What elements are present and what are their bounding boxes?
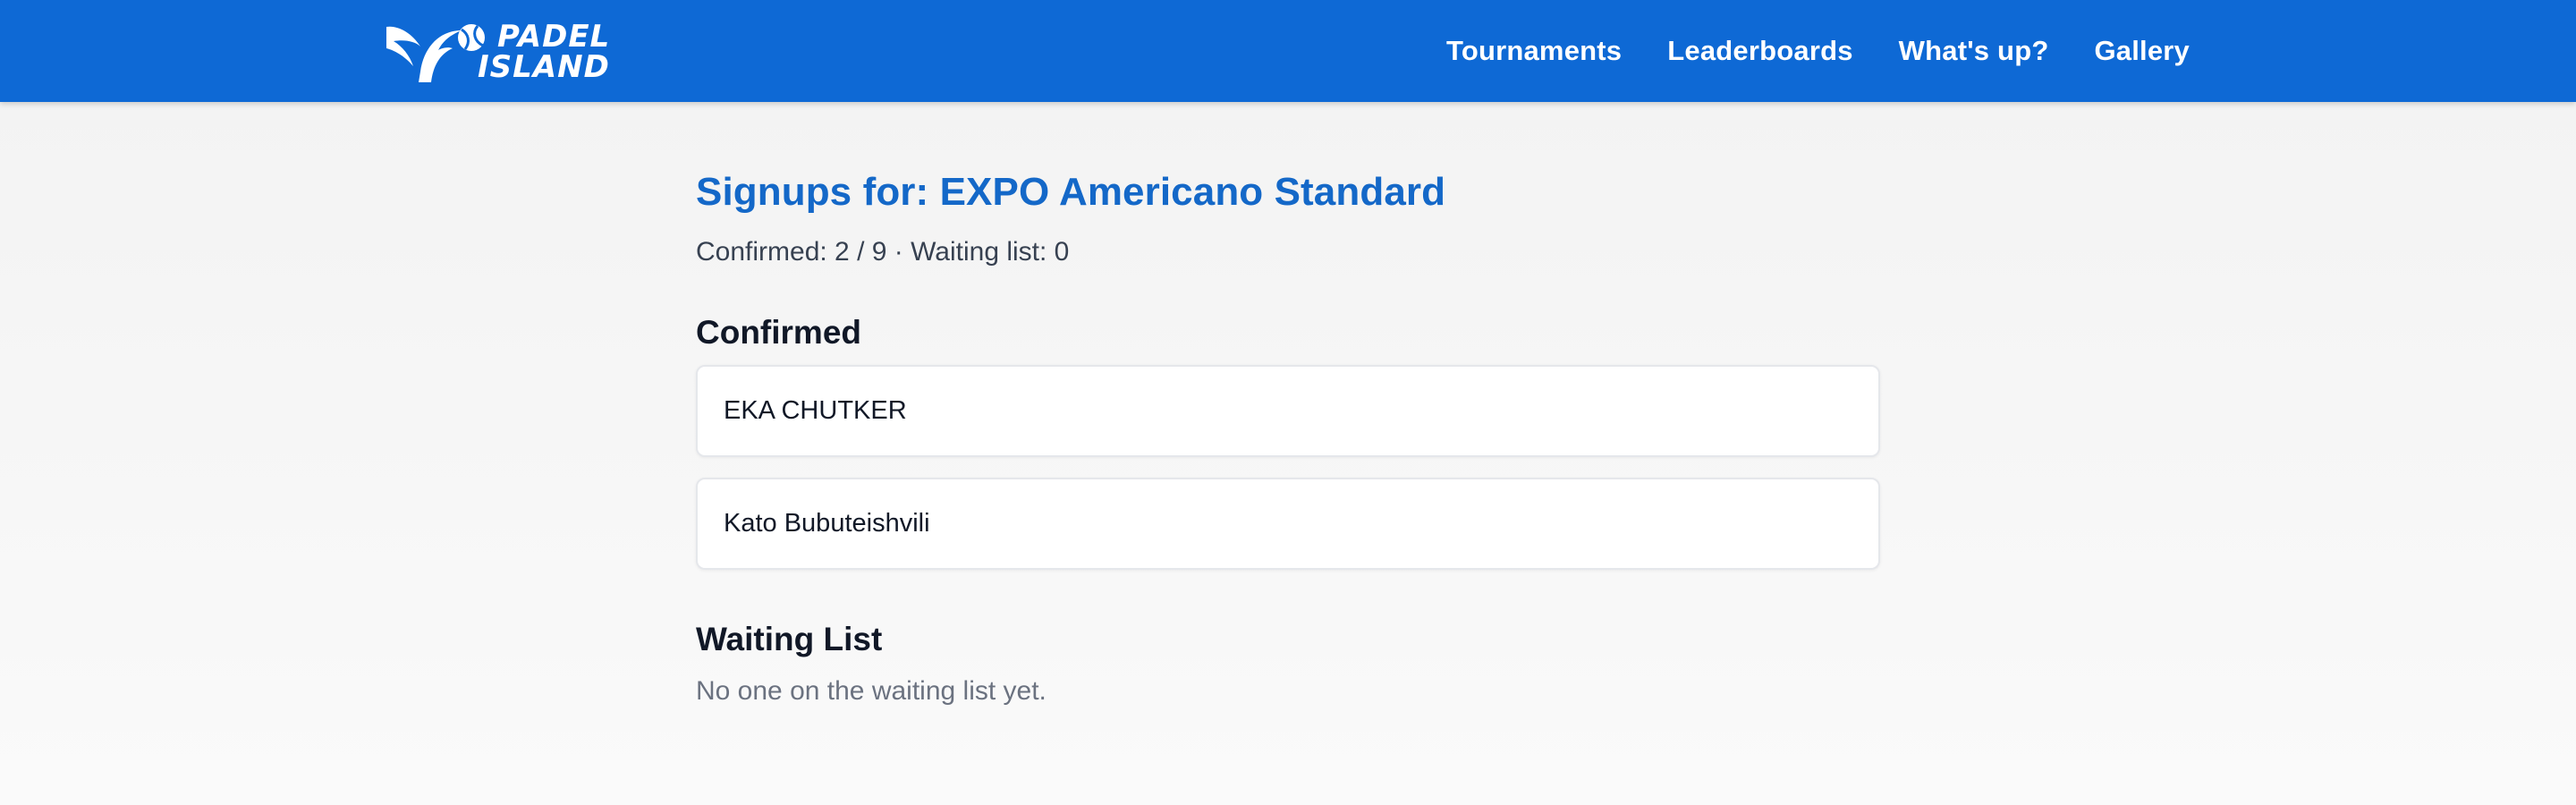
waiting-list-empty-message: No one on the waiting list yet. (696, 676, 1046, 706)
nav-tournaments[interactable]: Tournaments (1446, 35, 1622, 67)
confirmed-heading: Confirmed (696, 314, 861, 351)
player-card: Kato Bubuteishvili (696, 478, 1880, 570)
player-name: Kato Bubuteishvili (724, 509, 930, 538)
padel-racket-ball-icon (386, 24, 485, 82)
waiting-list-heading: Waiting List (696, 621, 883, 657)
nav-leaderboards[interactable]: Leaderboards (1667, 35, 1852, 67)
site-logo[interactable]: PADEL ISLAND (385, 20, 635, 84)
nav-whats-up[interactable]: What's up? (1899, 35, 2049, 67)
confirmed-list: EKA CHUTKER Kato Bubuteishvili (696, 365, 1880, 570)
logo-line-2: ISLAND (478, 49, 610, 85)
top-navbar: PADEL ISLAND Tournaments Leaderboards Wh… (0, 0, 2576, 102)
logo-wordmark: PADEL ISLAND (478, 20, 639, 84)
logo-line-1: PADEL (497, 19, 611, 55)
nav-gallery[interactable]: Gallery (2094, 35, 2190, 67)
signups-content: Signups for: EXPO Americano Standard Con… (696, 161, 1880, 708)
signup-summary: Confirmed: 2 / 9 · Waiting list: 0 (696, 237, 1070, 267)
player-name: EKA CHUTKER (724, 396, 907, 425)
player-card: EKA CHUTKER (696, 365, 1880, 457)
main-nav: Tournaments Leaderboards What's up? Gall… (1446, 0, 2190, 102)
page-title: Signups for: EXPO Americano Standard (696, 170, 1446, 214)
